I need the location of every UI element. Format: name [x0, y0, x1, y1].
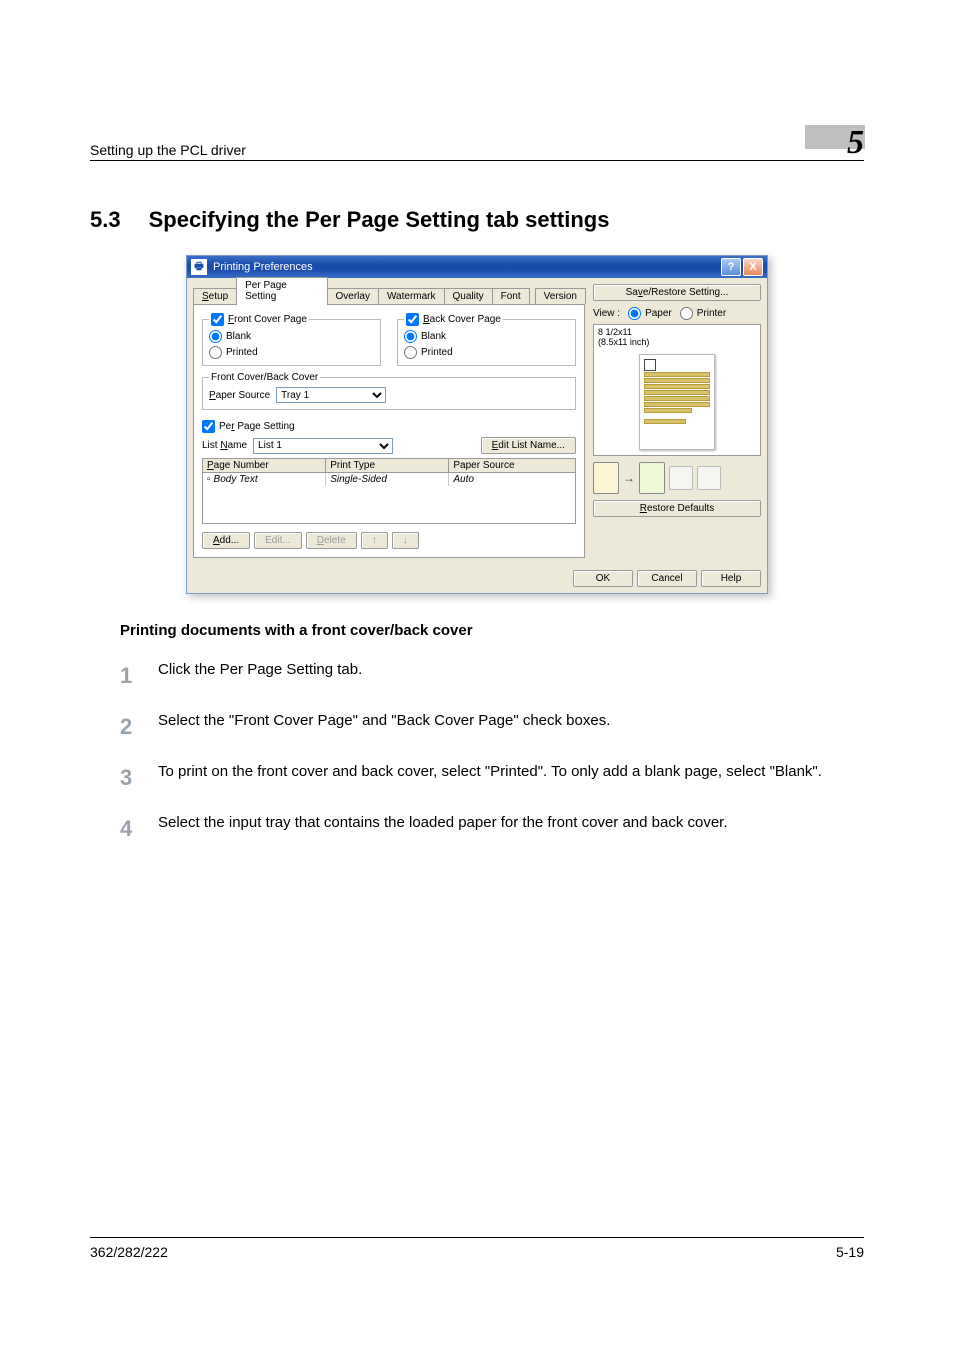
- edit-button[interactable]: Edit...: [254, 532, 302, 549]
- step-number: 3: [120, 761, 140, 794]
- chapter-badge: 5: [805, 120, 864, 158]
- preview-size2: (8.5x11 inch): [598, 337, 756, 347]
- back-cover-printed-radio[interactable]: Printed: [404, 346, 569, 359]
- tab-watermark[interactable]: Watermark: [378, 288, 445, 304]
- page-header: Setting up the PCL driver 5: [90, 120, 864, 161]
- tab-overlay[interactable]: Overlay: [327, 288, 379, 304]
- ok-button[interactable]: OK: [573, 570, 633, 587]
- back-cover-blank-radio[interactable]: Blank: [404, 330, 569, 343]
- list-header: Page Number Print Type Paper Source: [202, 458, 576, 473]
- step-text: Select the "Front Cover Page" and "Back …: [158, 710, 610, 733]
- dialog-right-pane: Save/Restore Setting... View : Paper Pri…: [593, 284, 761, 558]
- step-2: 2 Select the "Front Cover Page" and "Back…: [120, 710, 834, 743]
- edit-list-name-button[interactable]: Edit List Name...: [481, 437, 576, 454]
- save-restore-button[interactable]: Save/Restore Setting...: [593, 284, 761, 301]
- page-footer: 362/282/222 5-19: [90, 1237, 864, 1260]
- preview-sheet: [639, 354, 715, 450]
- front-cover-checkbox[interactable]: Front Cover Page: [211, 313, 307, 326]
- titlebar-help-button[interactable]: ?: [721, 258, 741, 276]
- tab-setup[interactable]: Setup: [193, 288, 237, 304]
- front-cover-printed-radio[interactable]: Printed: [209, 346, 374, 359]
- view-row: View : Paper Printer: [593, 307, 761, 320]
- fcbc-legend: Front Cover/Back Cover: [209, 372, 320, 383]
- list-name-label: List Name: [202, 440, 247, 451]
- front-back-cover-group: Front Cover/Back Cover Paper Source Tray…: [202, 372, 576, 410]
- tab-panel: Front Cover Page Blank Printed Back Cove…: [193, 304, 585, 558]
- step-1: 1 Click the Per Page Setting tab.: [120, 659, 834, 692]
- chapter-number: 5: [847, 124, 864, 162]
- preview-size1: 8 1/2x11: [598, 327, 756, 337]
- dialog-left-pane: Setup Per Page Setting Overlay Watermark…: [193, 284, 585, 558]
- step-text: To print on the front cover and back cov…: [158, 761, 822, 784]
- step-number: 1: [120, 659, 140, 692]
- body-content: Printing documents with a front cover/ba…: [90, 622, 864, 845]
- page-icon: ▫: [207, 474, 211, 485]
- delete-button[interactable]: Delete: [306, 532, 357, 549]
- move-down-button[interactable]: ↓: [392, 532, 419, 549]
- printer-preview-icon: [593, 462, 619, 494]
- step-text: Select the input tray that contains the …: [158, 812, 728, 835]
- footer-left: 362/282/222: [90, 1244, 168, 1260]
- section-number: 5.3: [90, 207, 121, 233]
- list-row-type: Single-Sided: [326, 473, 449, 486]
- step-number: 2: [120, 710, 140, 743]
- tab-version[interactable]: Version: [535, 288, 586, 304]
- printing-preferences-dialog: 🖶 Printing Preferences ? X Setup Per Pag…: [186, 255, 768, 594]
- cancel-button[interactable]: Cancel: [637, 570, 697, 587]
- view-printer-radio[interactable]: Printer: [680, 307, 726, 320]
- step-text: Click the Per Page Setting tab.: [158, 659, 362, 682]
- arrow-icon: →: [623, 471, 635, 485]
- tab-quality[interactable]: Quality: [444, 288, 493, 304]
- printer-preview-icon-2: [639, 462, 665, 494]
- step-number: 4: [120, 812, 140, 845]
- front-cover-blank-radio[interactable]: Blank: [209, 330, 374, 343]
- help-button[interactable]: Help: [701, 570, 761, 587]
- dialog-title: Printing Preferences: [213, 261, 313, 273]
- titlebar[interactable]: 🖶 Printing Preferences ? X: [187, 256, 767, 278]
- footer-right: 5-19: [836, 1244, 864, 1260]
- section-heading: 5.3 Specifying the Per Page Setting tab …: [90, 207, 864, 233]
- move-up-button[interactable]: ↑: [361, 532, 388, 549]
- col-paper-source[interactable]: Paper Source: [449, 459, 575, 472]
- paper-source-select[interactable]: Tray 1: [276, 387, 386, 403]
- add-button[interactable]: Add...: [202, 532, 250, 549]
- page: Setting up the PCL driver 5 5.3 Specifyi…: [0, 0, 954, 1350]
- per-page-setting-checkbox[interactable]: Per Page Setting: [202, 420, 576, 433]
- preview-head: 8 1/2x11 (8.5x11 inch): [594, 325, 760, 349]
- option-icon-1[interactable]: [669, 466, 693, 490]
- list-body[interactable]: ▫Body Text Single-Sided Auto: [202, 473, 576, 524]
- tab-per-page-setting[interactable]: Per Page Setting: [236, 277, 327, 305]
- list-row-page: Body Text: [214, 474, 258, 485]
- tab-font[interactable]: Font: [492, 288, 530, 304]
- magnifier-icon: [644, 359, 656, 371]
- steps-list: 1 Click the Per Page Setting tab. 2 Select…: [120, 659, 834, 845]
- printer-icon: 🖶: [191, 259, 207, 275]
- step-4: 4 Select the input tray that contains the…: [120, 812, 834, 845]
- preview-panel: 8 1/2x11 (8.5x11 inch): [593, 324, 761, 456]
- restore-defaults-button[interactable]: Restore Defaults: [593, 500, 761, 517]
- option-icon-2[interactable]: [697, 466, 721, 490]
- tabstrip: Setup Per Page Setting Overlay Watermark…: [193, 284, 585, 304]
- col-print-type[interactable]: Print Type: [326, 459, 449, 472]
- printer-icon-row: →: [593, 462, 761, 494]
- dialog-footer: OK Cancel Help: [187, 564, 767, 593]
- titlebar-close-button[interactable]: X: [743, 258, 763, 276]
- view-label: View :: [593, 308, 620, 319]
- back-cover-group: Back Cover Page Blank Printed: [397, 313, 576, 366]
- back-cover-checkbox[interactable]: Back Cover Page: [406, 313, 501, 326]
- list-row-source: Auto: [449, 473, 575, 486]
- subheading: Printing documents with a front cover/ba…: [120, 622, 834, 639]
- list-row[interactable]: ▫Body Text Single-Sided Auto: [203, 473, 575, 486]
- step-3: 3 To print on the front cover and back co…: [120, 761, 834, 794]
- view-paper-radio[interactable]: Paper: [628, 307, 672, 320]
- tab-setup-label: etup: [209, 291, 228, 302]
- paper-source-label: Paper Source: [209, 390, 270, 401]
- col-page-number[interactable]: Page Number: [203, 459, 326, 472]
- list-name-select[interactable]: List 1: [253, 438, 393, 454]
- section-title: Specifying the Per Page Setting tab sett…: [149, 207, 610, 233]
- front-cover-group: Front Cover Page Blank Printed: [202, 313, 381, 366]
- header-title: Setting up the PCL driver: [90, 142, 246, 158]
